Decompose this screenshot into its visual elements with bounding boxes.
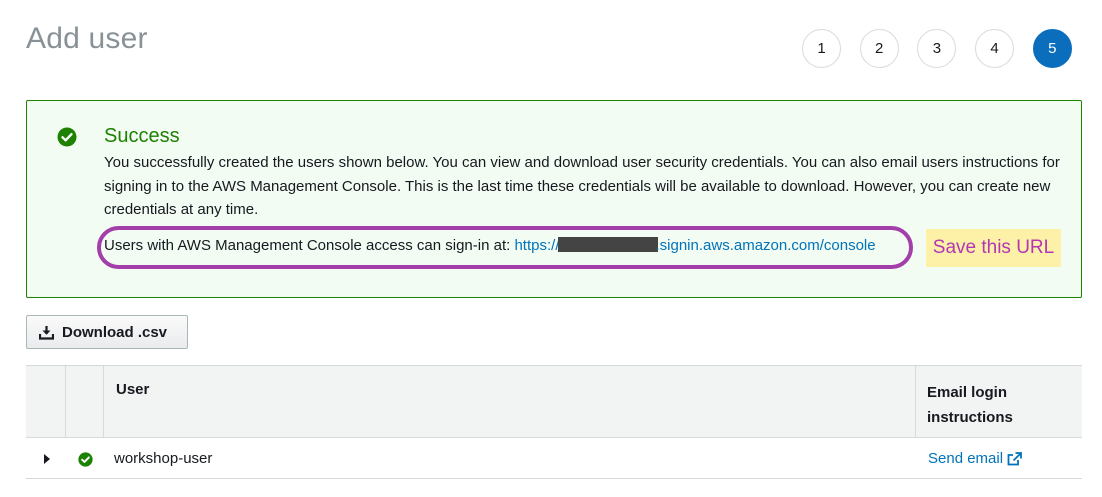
header-user[interactable]: User — [104, 366, 916, 437]
step-1[interactable]: 1 — [802, 29, 841, 68]
wizard-steps: 1 2 3 4 5 — [802, 29, 1072, 68]
header-expand-col — [26, 366, 66, 437]
signin-prefix: Users with AWS Management Console access… — [104, 237, 515, 254]
alert-title: Success — [104, 125, 180, 147]
header-status-col — [66, 366, 104, 437]
step-4[interactable]: 4 — [975, 29, 1015, 68]
signin-url-end: .signin.aws.amazon.com/console — [655, 237, 876, 254]
users-table: User Email login instructions workshop-u… — [26, 365, 1082, 479]
download-csv-button[interactable]: Download .csv — [26, 315, 188, 349]
external-link-icon — [1007, 451, 1022, 465]
download-icon — [39, 325, 54, 340]
page-title: Add user — [26, 22, 148, 55]
expand-caret-icon[interactable] — [44, 454, 50, 464]
signin-url-start: https:// — [514, 237, 560, 254]
signin-url-line: Users with AWS Management Console access… — [104, 237, 876, 254]
row-username: workshop-user — [114, 450, 213, 467]
redacted-account-id — [557, 237, 658, 252]
table-header: User Email login instructions — [26, 365, 1082, 438]
send-email-link[interactable]: Send email — [928, 450, 1022, 467]
download-csv-label: Download .csv — [62, 323, 168, 341]
step-5-current: 5 — [1032, 29, 1072, 68]
check-circle-icon — [78, 452, 93, 467]
alert-message: You successfully created the users shown… — [104, 154, 1060, 218]
header-email-instructions[interactable]: Email login instructions — [916, 366, 1082, 437]
send-email-label: Send email — [928, 450, 1004, 467]
signin-url-link[interactable]: https:// .signin.aws.amazon.com/console — [514, 237, 876, 254]
check-circle-icon — [57, 127, 77, 147]
step-2[interactable]: 2 — [859, 29, 899, 68]
step-3[interactable]: 3 — [917, 29, 957, 68]
table-row: workshop-user Send email — [26, 438, 1082, 479]
success-alert: Success You successfully created the use… — [26, 100, 1082, 298]
annotation-note: Save this URL — [926, 229, 1061, 267]
